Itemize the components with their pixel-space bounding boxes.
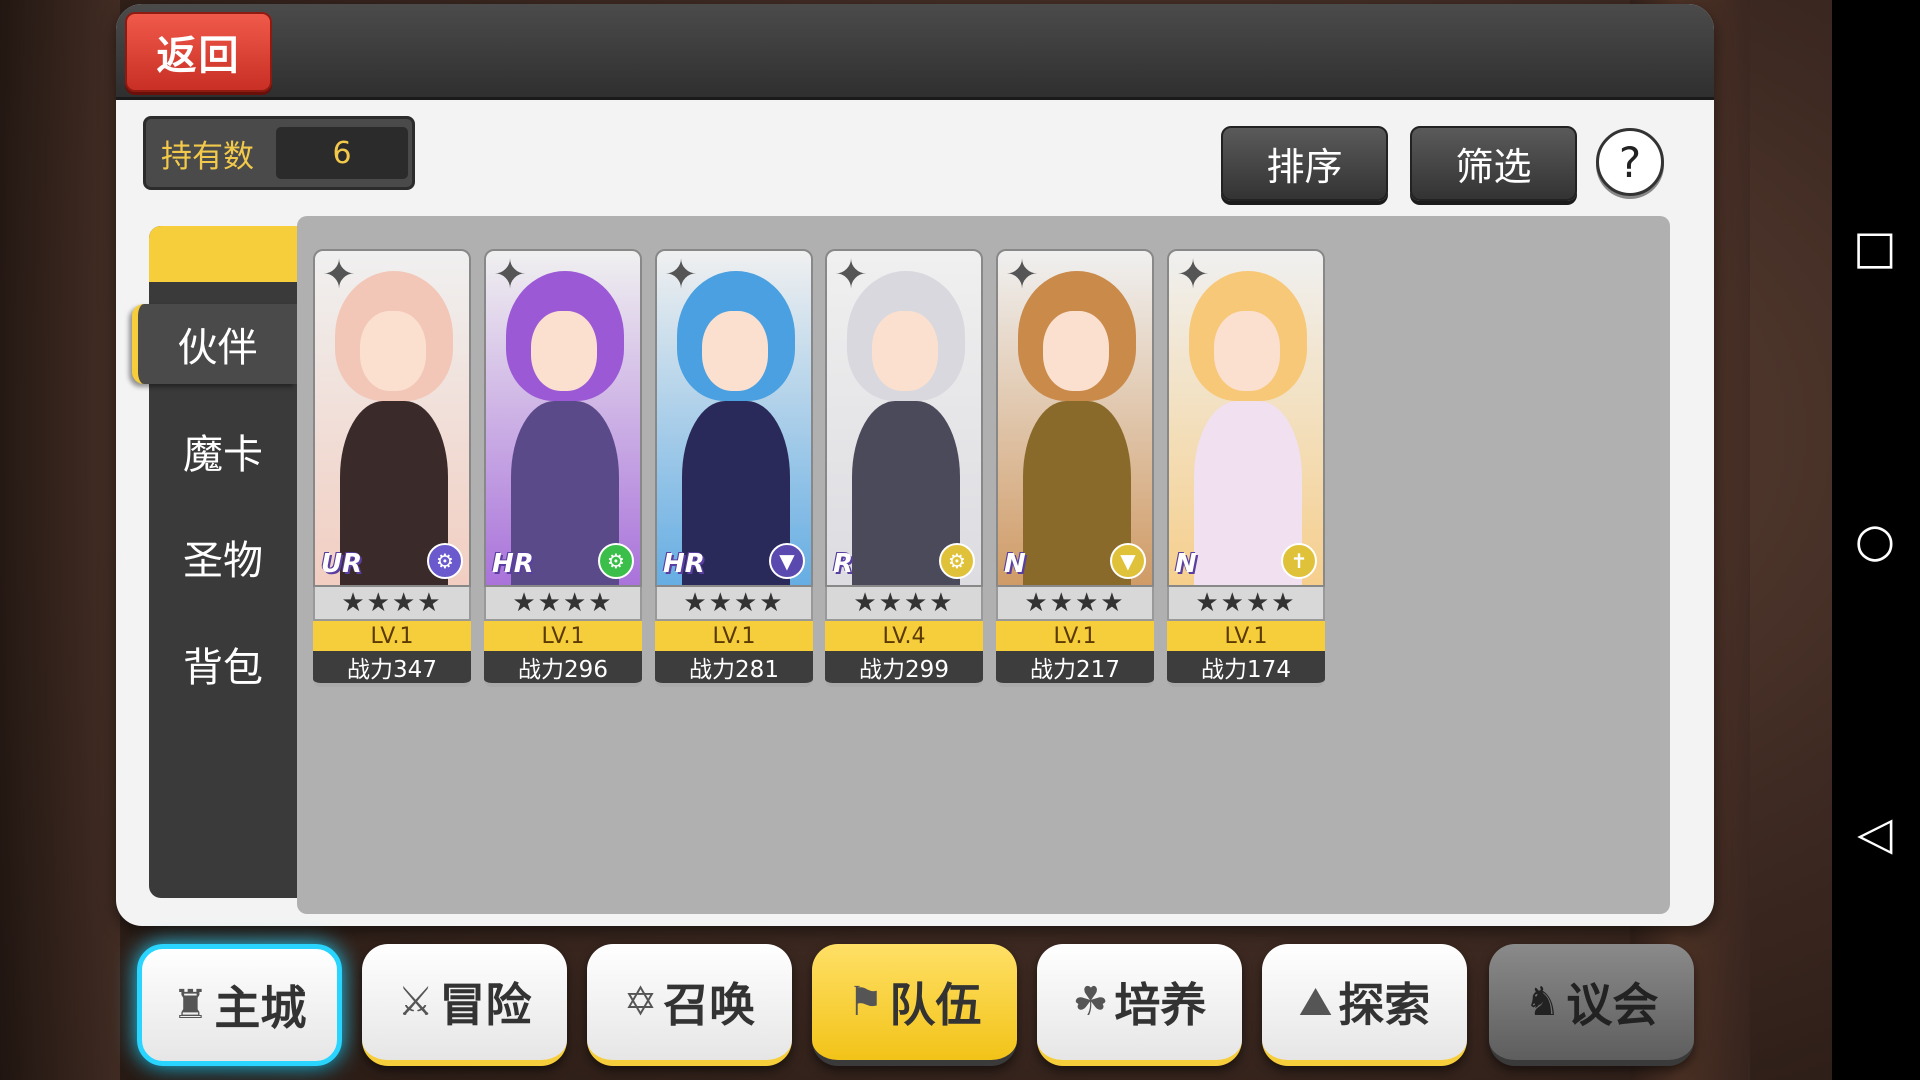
partner-portrait: ✦ N ▼ — [996, 249, 1154, 587]
explore-icon: ⛰ — [1298, 979, 1333, 1025]
rarity-badge: N — [1175, 549, 1197, 579]
recents-square-icon[interactable]: □ — [1850, 220, 1900, 274]
partner-card[interactable]: ✦ HR ⚙ ★★★★ LV.1 战力296 — [484, 249, 642, 705]
partner-portrait: ✦ N ✝ — [1167, 249, 1325, 587]
card-level: LV.4 — [825, 621, 983, 651]
tab-partners[interactable]: 伙伴 — [132, 304, 297, 384]
nav-explore[interactable]: ⛰ 探索 — [1262, 944, 1467, 1066]
rarity-badge: N — [1004, 549, 1026, 579]
element-icon: ⚙ — [939, 543, 975, 579]
nav-adventure[interactable]: ⚔ 冒险 — [362, 944, 567, 1066]
shuriken-icon: ✦ — [322, 252, 356, 298]
help-button[interactable]: ? — [1596, 128, 1664, 196]
star-rating: ★★★★ — [655, 587, 813, 621]
card-level: LV.1 — [1167, 621, 1325, 651]
shuriken-icon: ✦ — [493, 252, 527, 298]
star-rating: ★★★★ — [484, 587, 642, 621]
back-triangle-icon[interactable]: ◁ — [1850, 806, 1900, 860]
rarity-badge: HR — [663, 549, 705, 579]
element-icon: ⚙ — [598, 543, 634, 579]
card-level: LV.1 — [484, 621, 642, 651]
background-left — [0, 0, 120, 1080]
shuriken-icon: ✦ — [1176, 252, 1210, 298]
partner-portrait: ✦ UR ⚙ — [313, 249, 471, 587]
partner-portrait: ✦ HR ⚙ — [484, 249, 642, 587]
hexagram-icon: ✡ — [623, 979, 658, 1025]
nav-team[interactable]: ⚑ 队伍 — [812, 944, 1017, 1066]
card-power: 战力174 — [1167, 651, 1325, 687]
nav-main-city[interactable]: ♜ 主城 — [137, 944, 342, 1066]
element-icon: ✝ — [1281, 543, 1317, 579]
partner-card[interactable]: ✦ R ⚙ ★★★★ LV.4 战力299 — [825, 249, 983, 705]
card-power: 战力217 — [996, 651, 1154, 687]
tab-backpack[interactable]: 背包 — [149, 624, 297, 704]
nav-summon[interactable]: ✡ 召唤 — [587, 944, 792, 1066]
card-level: LV.1 — [655, 621, 813, 651]
tab-magic-cards[interactable]: 魔卡 — [149, 411, 297, 491]
owned-count-box: 持有数 6 — [143, 116, 415, 190]
element-icon: ▼ — [769, 543, 805, 579]
nav-council[interactable]: ♞ 议会 — [1489, 944, 1694, 1066]
card-power: 战力296 — [484, 651, 642, 687]
filter-button[interactable]: 筛选 — [1410, 126, 1577, 201]
shuriken-icon: ✦ — [664, 252, 698, 298]
tab-relics[interactable]: 圣物 — [149, 517, 297, 597]
card-level: LV.1 — [313, 621, 471, 651]
element-icon: ▼ — [1110, 543, 1146, 579]
card-level: LV.1 — [996, 621, 1154, 651]
star-rating: ★★★★ — [1167, 587, 1325, 621]
home-circle-icon[interactable]: ○ — [1850, 513, 1900, 567]
dragon-icon: ♞ — [1524, 979, 1561, 1025]
party-panel: 返回 持有数 6 排序 筛选 ? 伙伴 魔卡 圣物 背包 ✦ UR ⚙ ★★★★… — [116, 4, 1714, 926]
partner-card[interactable]: ✦ N ✝ ★★★★ LV.1 战力174 — [1167, 249, 1325, 705]
card-power: 战力347 — [313, 651, 471, 687]
card-power: 战力281 — [655, 651, 813, 687]
owned-count-label: 持有数 — [161, 138, 254, 175]
side-tabs-top-accent — [149, 226, 297, 282]
shuriken-icon: ✦ — [834, 252, 868, 298]
side-tabs: 伙伴 魔卡 圣物 背包 — [132, 226, 297, 898]
nav-training[interactable]: ☘ 培养 — [1037, 944, 1242, 1066]
panel-header: 返回 — [116, 4, 1714, 100]
star-rating: ★★★★ — [313, 587, 471, 621]
partner-card[interactable]: ✦ N ▼ ★★★★ LV.1 战力217 — [996, 249, 1154, 705]
sort-button[interactable]: 排序 — [1221, 126, 1388, 201]
rarity-badge: HR — [492, 549, 534, 579]
partner-card[interactable]: ✦ HR ▼ ★★★★ LV.1 战力281 — [655, 249, 813, 705]
owned-count-value: 6 — [276, 127, 408, 179]
back-button[interactable]: 返回 — [125, 12, 272, 92]
partner-portrait: ✦ R ⚙ — [825, 249, 983, 587]
crossed-swords-icon: ⚔ — [397, 979, 434, 1025]
trinity-icon: ☘ — [1072, 979, 1109, 1025]
android-nav-bar: □ ○ ◁ — [1832, 0, 1920, 1080]
rarity-badge: R — [833, 549, 854, 579]
element-icon: ⚙ — [427, 543, 463, 579]
star-rating: ★★★★ — [825, 587, 983, 621]
rarity-badge: UR — [321, 549, 363, 579]
star-rating: ★★★★ — [996, 587, 1154, 621]
banner-icon: ⚑ — [847, 979, 884, 1025]
partner-card[interactable]: ✦ UR ⚙ ★★★★ LV.1 战力347 — [313, 249, 471, 705]
partner-portrait: ✦ HR ▼ — [655, 249, 813, 587]
castle-icon: ♜ — [172, 982, 209, 1028]
shuriken-icon: ✦ — [1005, 252, 1039, 298]
card-power: 战力299 — [825, 651, 983, 687]
